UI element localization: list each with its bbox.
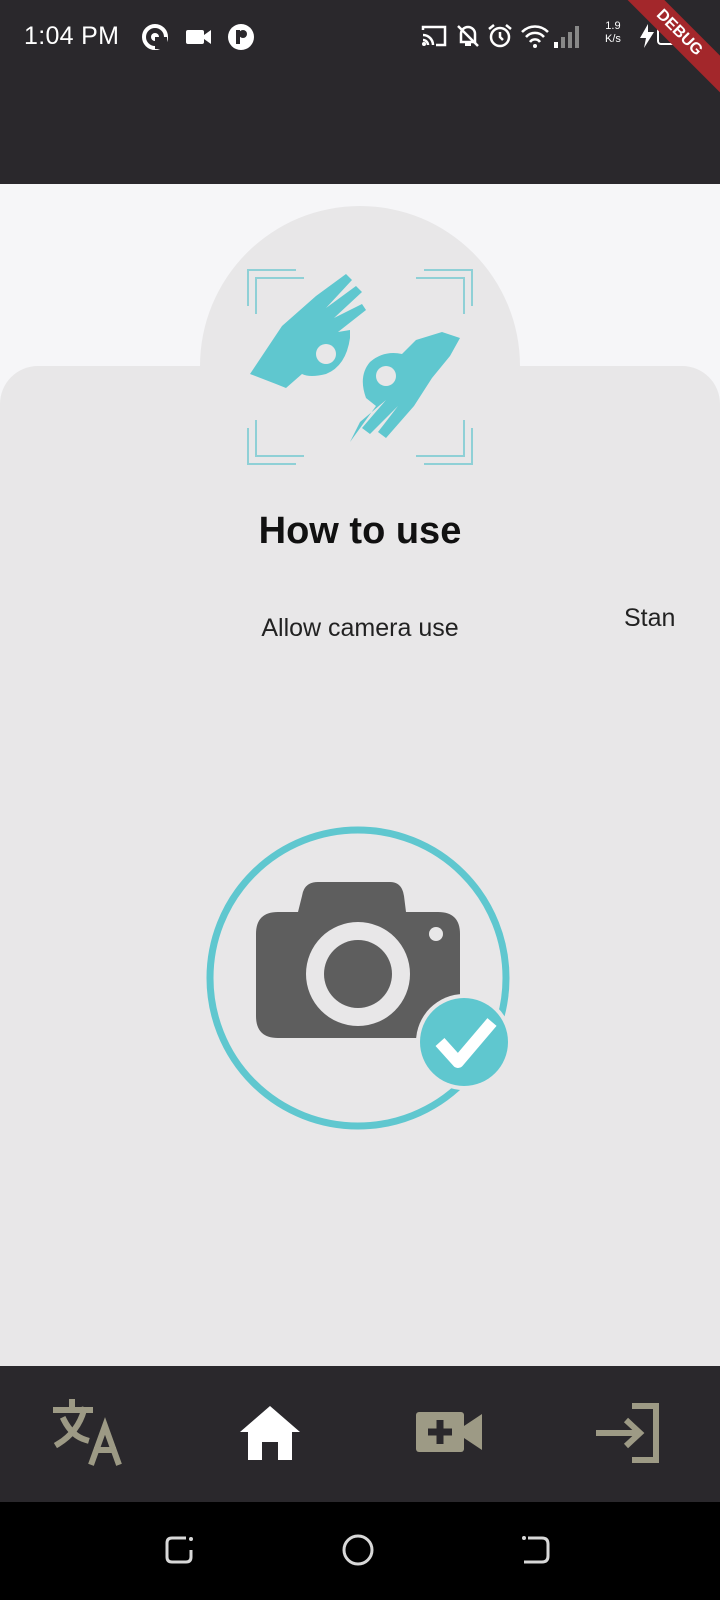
bottom-navigation (0, 1366, 720, 1502)
recent-apps-icon[interactable] (162, 1532, 198, 1568)
nav-video-call[interactable] (410, 1396, 490, 1468)
nav-login[interactable] (590, 1396, 670, 1468)
translate-icon (53, 1399, 122, 1466)
back-icon[interactable] (518, 1532, 554, 1568)
home-icon (240, 1406, 300, 1460)
next-step-peek: Stan (624, 604, 676, 632)
status-bar: 1:04 PM 1.9 K/s DEBUG (0, 0, 720, 184)
video-recording-icon (186, 30, 211, 44)
video-add-icon (416, 1412, 482, 1452)
debug-banner: DEBUG (609, 0, 720, 103)
notifications-off-icon (457, 25, 479, 47)
status-time: 1:04 PM (24, 22, 120, 50)
system-navigation-bar (0, 1502, 720, 1600)
app-notification-icon (228, 24, 254, 50)
alarm-icon (488, 24, 512, 48)
camera-permission-icon (206, 826, 512, 1130)
page-title: How to use (258, 510, 462, 552)
signal-icon (554, 26, 579, 48)
login-icon (596, 1403, 659, 1463)
nav-translate[interactable] (50, 1396, 130, 1468)
net-speed: 1.9 K/s (605, 20, 621, 45)
step-description: Allow camera use (261, 614, 459, 642)
wifi-icon (521, 25, 549, 48)
at-notification-icon (142, 24, 168, 50)
nav-home[interactable] (230, 1396, 310, 1468)
sign-language-hands-icon (247, 269, 473, 465)
home-button-icon[interactable] (340, 1532, 376, 1568)
cast-icon (421, 25, 447, 47)
